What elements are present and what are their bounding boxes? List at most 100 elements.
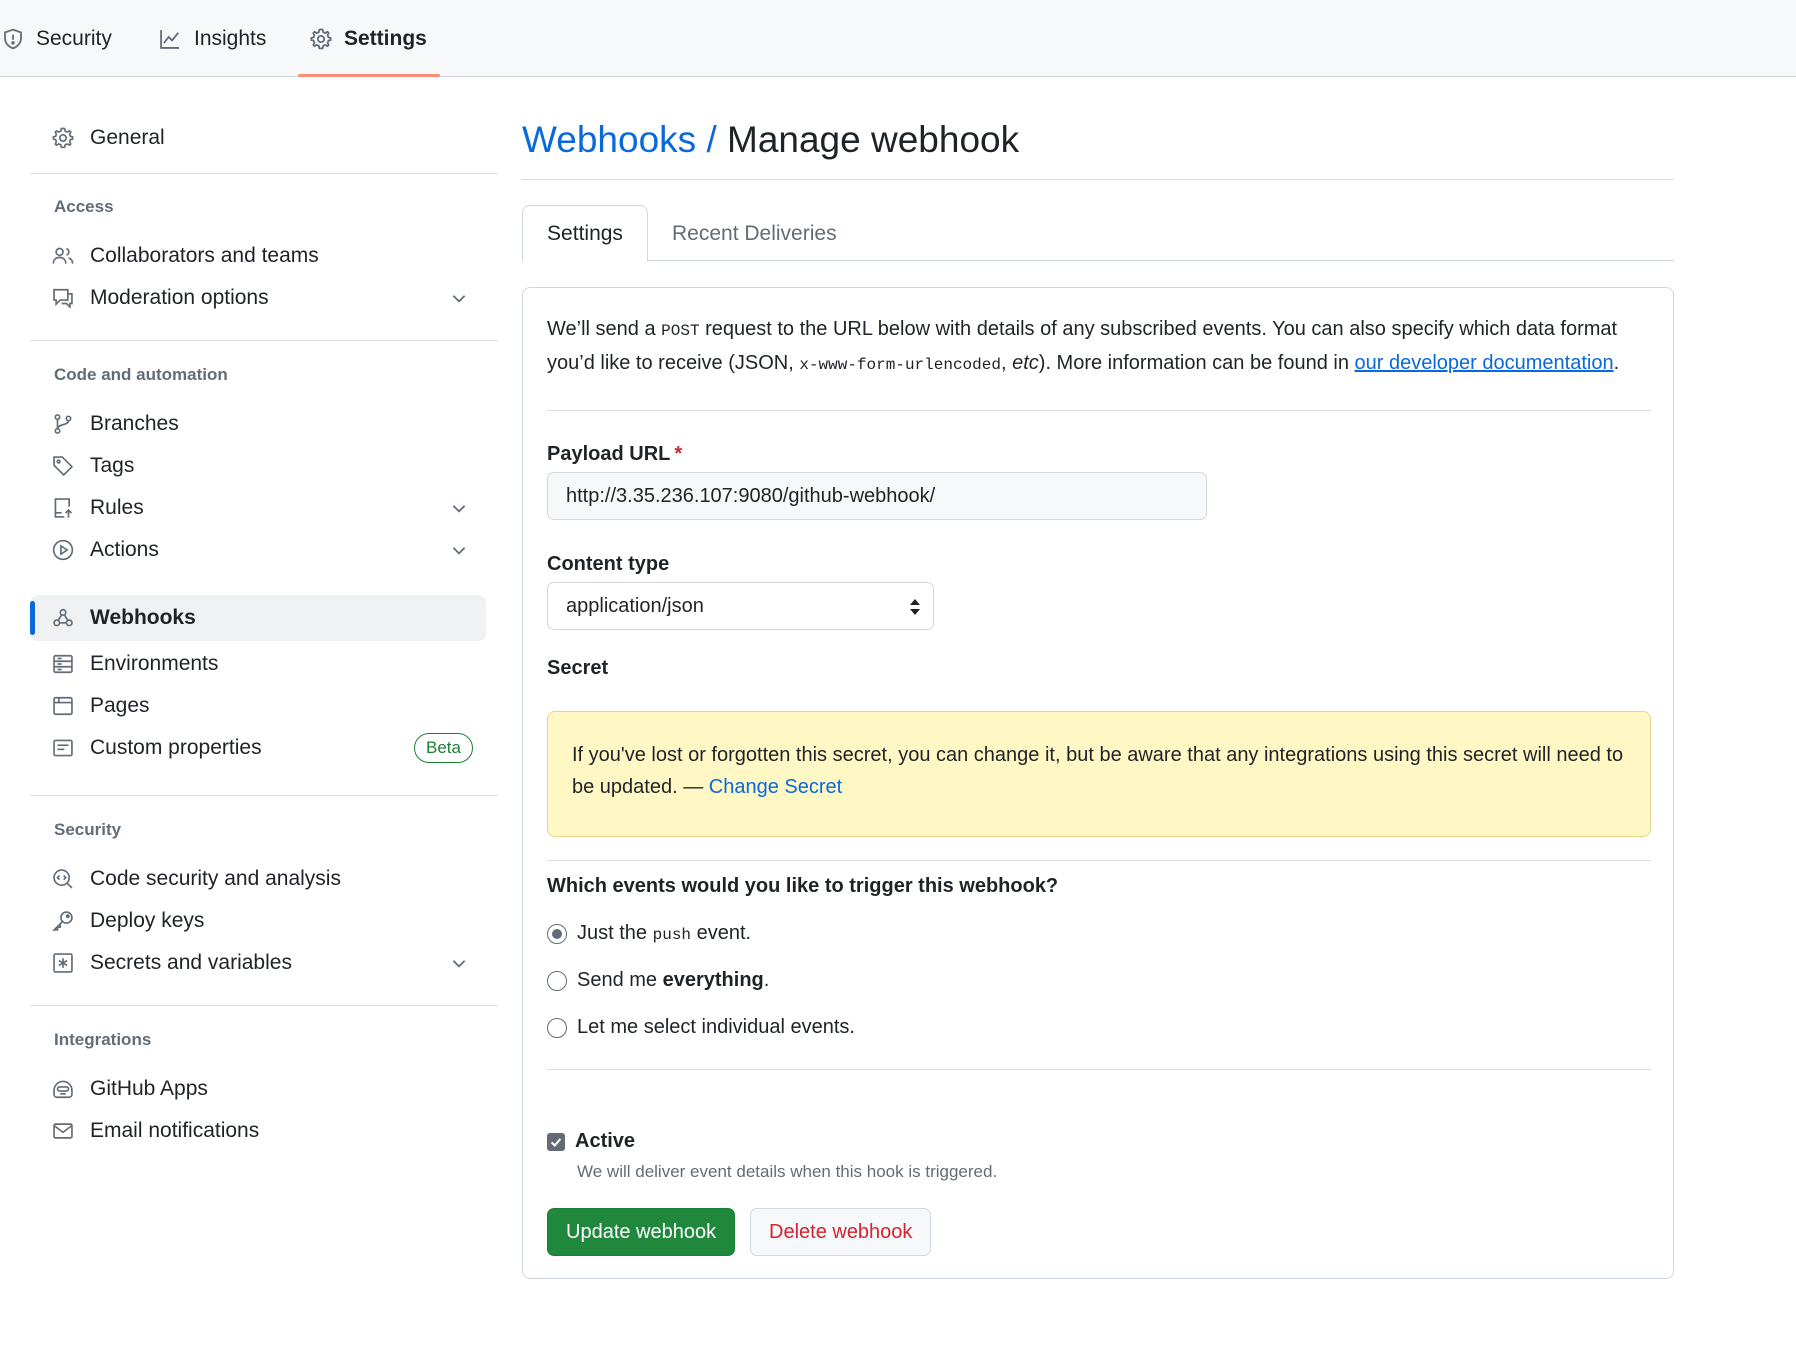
sidebar-item-moderation[interactable]: Moderation options bbox=[30, 275, 486, 321]
chevron-down-icon[interactable] bbox=[450, 499, 468, 517]
sidebar-item-rules[interactable]: Rules bbox=[30, 485, 486, 531]
events-question: Which events would you like to trigger t… bbox=[547, 875, 1059, 897]
sidebar-item-actions[interactable]: Actions bbox=[30, 527, 486, 573]
active-checkbox[interactable] bbox=[547, 1132, 565, 1151]
git-branch-icon bbox=[52, 413, 74, 435]
sidebar-item-custom-properties[interactable]: Custom properties Beta bbox=[30, 725, 486, 771]
sidebar-item-label: Branches bbox=[90, 412, 179, 435]
sidebar-item-label: Actions bbox=[90, 538, 159, 561]
breadcrumb-webhooks[interactable]: Webhooks bbox=[522, 119, 696, 160]
select-arrows-icon bbox=[909, 597, 921, 617]
content-type-label: Content type bbox=[547, 553, 670, 575]
tab-label: Security bbox=[36, 26, 112, 50]
webhook-tabs: Settings Recent Deliveries bbox=[522, 205, 1674, 262]
selected-tab-underline bbox=[298, 74, 440, 77]
webhook-form: We’ll send a POST request to the URL bel… bbox=[522, 287, 1674, 1279]
active-note: We will deliver event details when this … bbox=[577, 1162, 998, 1181]
radio-label: Let me select individual events. bbox=[577, 1016, 855, 1038]
developer-docs-link[interactable]: our developer documentation bbox=[1355, 352, 1614, 374]
sidebar-item-branches[interactable]: Branches bbox=[30, 401, 486, 447]
delete-webhook-button[interactable]: Delete webhook bbox=[750, 1208, 932, 1256]
sidebar-item-label: Moderation options bbox=[90, 286, 269, 309]
sidebar-item-secrets[interactable]: Secrets and variables bbox=[30, 940, 486, 986]
browser-icon bbox=[52, 695, 74, 717]
divider bbox=[547, 860, 1651, 861]
sidebar-item-environments[interactable]: Environments bbox=[30, 641, 486, 687]
divider bbox=[547, 1069, 1651, 1070]
active-checkbox-row[interactable]: Active bbox=[547, 1130, 635, 1153]
sidebar-item-general[interactable]: General bbox=[30, 115, 486, 161]
sidebar-item-deploy-keys[interactable]: Deploy keys bbox=[30, 898, 486, 944]
sidebar-item-github-apps[interactable]: GitHub Apps bbox=[30, 1066, 486, 1112]
sidebar-item-pages[interactable]: Pages bbox=[30, 683, 486, 729]
sidebar-item-collaborators[interactable]: Collaborators and teams bbox=[30, 233, 486, 279]
tab-recent-deliveries[interactable]: Recent Deliveries bbox=[672, 205, 837, 262]
key-icon bbox=[52, 910, 74, 932]
content-type-value: application/json bbox=[566, 595, 704, 617]
sidebar-item-tags[interactable]: Tags bbox=[30, 443, 486, 489]
radio-individual-events[interactable]: Let me select individual events. bbox=[547, 1016, 855, 1039]
page-title: Webhooks / Manage webhook bbox=[522, 119, 1019, 161]
sidebar-item-label: GitHub Apps bbox=[90, 1077, 208, 1100]
webhook-description: We’ll send a POST request to the URL bel… bbox=[547, 318, 1620, 374]
gear-icon bbox=[52, 127, 74, 149]
tab-settings[interactable]: Settings bbox=[522, 205, 648, 262]
tab-insights[interactable]: Insights bbox=[158, 0, 266, 77]
report-icon bbox=[52, 287, 74, 309]
chevron-down-icon[interactable] bbox=[450, 954, 468, 972]
update-webhook-button[interactable]: Update webhook bbox=[547, 1208, 736, 1256]
divider bbox=[30, 173, 498, 174]
tab-label: Settings bbox=[344, 26, 427, 50]
radio-label: Just the push event. bbox=[577, 922, 752, 944]
change-secret-link[interactable]: Change Secret bbox=[709, 776, 842, 798]
sidebar-item-label: Webhooks bbox=[90, 606, 196, 629]
divider bbox=[547, 410, 1651, 411]
sidebar-item-label: Deploy keys bbox=[90, 909, 205, 932]
sidebar-item-label: Custom properties bbox=[90, 736, 262, 759]
sidebar-item-label: Email notifications bbox=[90, 1119, 260, 1142]
hubot-icon bbox=[52, 1078, 74, 1100]
divider bbox=[30, 1005, 498, 1006]
sidebar-item-label: Environments bbox=[90, 652, 219, 675]
beta-badge: Beta bbox=[414, 733, 473, 763]
tab-settings[interactable]: Settings bbox=[310, 0, 427, 77]
sidebar-item-email-notifications[interactable]: Email notifications bbox=[30, 1108, 486, 1154]
sidebar-item-label: General bbox=[90, 126, 165, 149]
radio-button[interactable] bbox=[547, 1017, 567, 1038]
divider bbox=[522, 179, 1674, 180]
secret-label: Secret bbox=[547, 657, 609, 679]
sidebar-item-label: Rules bbox=[90, 496, 144, 519]
divider bbox=[30, 340, 498, 341]
divider bbox=[30, 795, 498, 796]
section-heading-access: Access bbox=[54, 197, 114, 216]
shield-icon bbox=[2, 28, 24, 50]
chevron-down-icon[interactable] bbox=[450, 541, 468, 559]
key-asterisk-icon bbox=[52, 952, 74, 974]
chevron-down-icon[interactable] bbox=[450, 289, 468, 307]
radio-push-event[interactable]: Just the push event. bbox=[547, 922, 751, 945]
radio-button[interactable] bbox=[547, 970, 567, 991]
sidebar-item-code-security[interactable]: Code security and analysis bbox=[30, 856, 486, 902]
repo-nav: Security Insights Settings bbox=[0, 0, 1796, 77]
payload-url-label: Payload URL * bbox=[547, 443, 683, 465]
radio-everything[interactable]: Send me everything. bbox=[547, 969, 769, 992]
breadcrumb-separator: / bbox=[706, 119, 717, 160]
note-icon bbox=[52, 737, 74, 759]
graph-icon bbox=[158, 28, 182, 50]
gear-icon bbox=[310, 27, 332, 50]
radio-button[interactable] bbox=[547, 923, 567, 944]
tab-security[interactable]: Security bbox=[2, 0, 112, 77]
required-mark: * bbox=[674, 443, 683, 465]
section-heading-integrations: Integrations bbox=[54, 1030, 152, 1049]
people-icon bbox=[52, 245, 74, 267]
sidebar-item-webhooks[interactable]: Webhooks bbox=[30, 595, 486, 641]
content-type-select[interactable]: application/json bbox=[547, 582, 934, 630]
sidebar-item-label: Code security and analysis bbox=[90, 867, 341, 890]
form-urlencoded-code: x-www-form-urlencoded bbox=[799, 356, 1001, 374]
play-icon bbox=[52, 539, 74, 561]
sidebar-item-label: Tags bbox=[90, 454, 135, 477]
payload-url-input[interactable]: http://3.35.236.107:9080/github-webhook/ bbox=[547, 472, 1207, 520]
page-title-text: Manage webhook bbox=[727, 119, 1020, 160]
active-indicator bbox=[30, 601, 35, 635]
server-icon bbox=[52, 653, 74, 675]
